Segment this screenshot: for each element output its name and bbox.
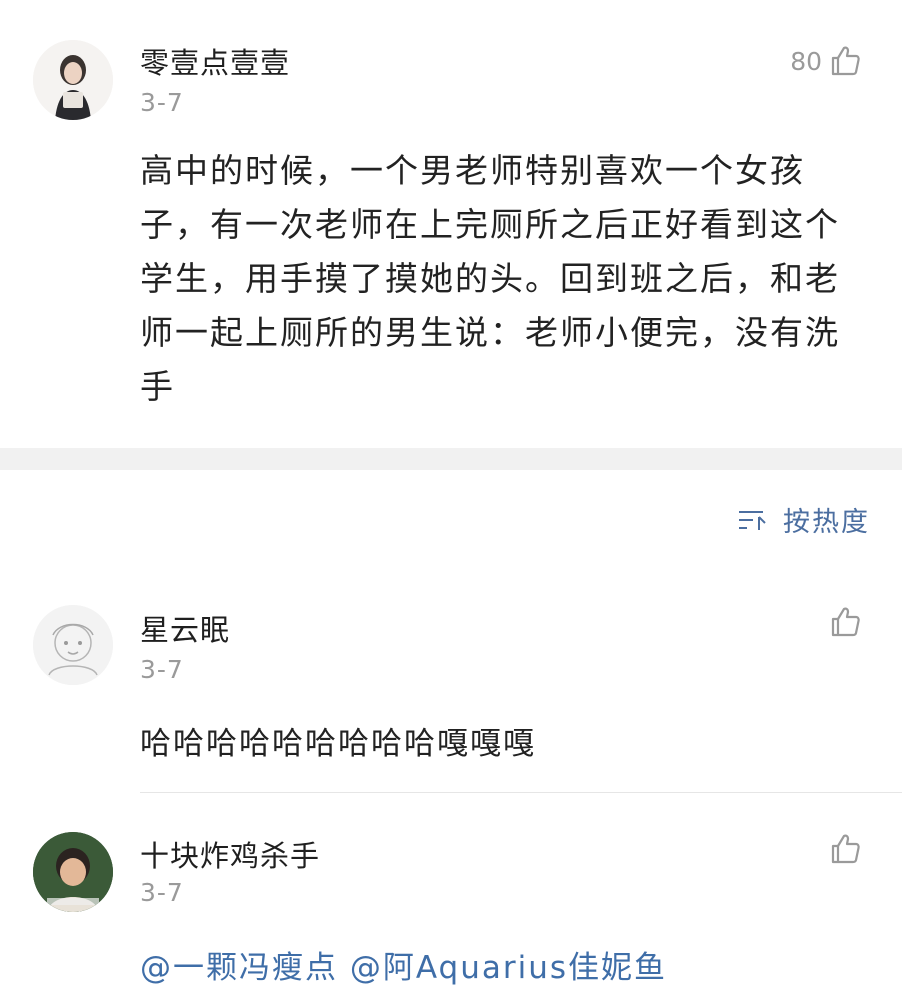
thumbs-up-icon xyxy=(831,46,860,76)
section-divider xyxy=(0,448,902,470)
sort-button[interactable]: 按热度 xyxy=(737,500,870,539)
avatar[interactable] xyxy=(33,40,113,120)
mention-link[interactable]: @阿Aquarius佳妮鱼 xyxy=(350,950,667,986)
sort-label: 按热度 xyxy=(783,507,870,538)
thumbs-up-icon xyxy=(831,607,860,637)
comment-date: 3-7 xyxy=(140,878,184,907)
comment-separator xyxy=(140,792,902,793)
avatar-photo-icon xyxy=(33,832,113,912)
like-count: 80 xyxy=(790,46,822,76)
avatar[interactable] xyxy=(33,605,113,685)
comment-text: 哈哈哈哈哈哈哈哈哈嘎嘎嘎 xyxy=(140,726,536,762)
main-post: 零壹点壹壹 3-7 80 高中的时候，一个男老师特别喜欢一个女孩子，有一次老师在… xyxy=(0,0,902,448)
thumbs-up-icon xyxy=(831,834,860,864)
avatar-sketch-icon xyxy=(33,605,113,685)
post-date: 3-7 xyxy=(140,88,184,117)
comment-text: @一颗冯瘦点 @阿Aquarius佳妮鱼 xyxy=(140,942,667,987)
comment-author[interactable]: 星云眠 xyxy=(140,607,230,649)
comment-author[interactable]: 十块炸鸡杀手 xyxy=(140,833,320,875)
post-like-button[interactable]: 80 xyxy=(790,44,862,78)
post-body: 高中的时候，一个男老师特别喜欢一个女孩子，有一次老师在上完厕所之后正好看到这个学… xyxy=(140,151,840,406)
comment-like-button[interactable] xyxy=(828,832,862,866)
mention-link[interactable]: @一颗冯瘦点 xyxy=(140,950,338,986)
post-author[interactable]: 零壹点壹壹 xyxy=(140,40,290,82)
comment-screen: 零壹点壹壹 3-7 80 高中的时候，一个男老师特别喜欢一个女孩子，有一次老师在… xyxy=(0,0,902,1000)
sort-icon xyxy=(739,510,766,530)
comment-date: 3-7 xyxy=(140,655,184,684)
avatar[interactable] xyxy=(33,832,113,912)
avatar-portrait-icon xyxy=(33,40,113,120)
comment-like-button[interactable] xyxy=(828,605,862,639)
